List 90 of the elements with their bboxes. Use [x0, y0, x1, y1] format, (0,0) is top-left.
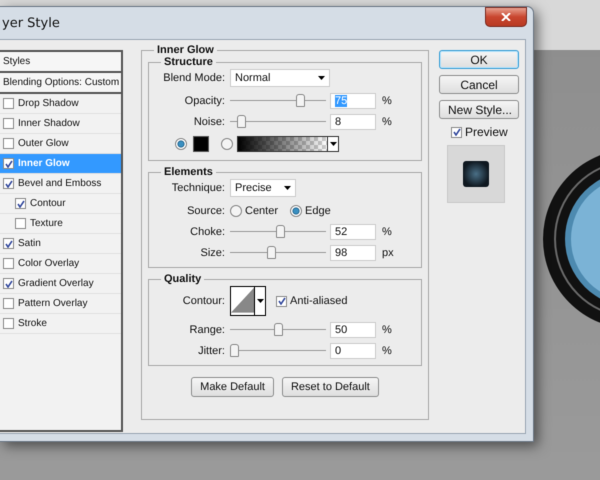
style-item[interactable]: Pattern Overlay: [0, 294, 121, 314]
caret-icon: [256, 299, 264, 303]
dialog-button[interactable]: OK: [439, 50, 519, 69]
radio-button[interactable]: [290, 204, 302, 216]
slider-thumb[interactable]: [266, 246, 276, 259]
caret-icon: [330, 142, 336, 146]
list-heading[interactable]: Styles: [0, 52, 121, 73]
slider-thumb[interactable]: [237, 115, 246, 128]
dialog-button[interactable]: Cancel: [439, 75, 519, 94]
checkbox-label: Anti-aliased: [290, 295, 348, 307]
default-button[interactable]: Make Default: [191, 377, 274, 397]
check-icon: [452, 128, 460, 136]
checkbox-label: Preview: [465, 125, 508, 139]
slider-thumb[interactable]: [274, 323, 283, 336]
field-label: Size:: [200, 246, 226, 258]
slider-thumb[interactable]: [276, 225, 285, 238]
unit-label: %: [382, 116, 392, 128]
radio-label: Center: [245, 204, 278, 216]
unit-label: %: [382, 94, 392, 106]
radio-label: Edge: [305, 204, 331, 216]
checkbox[interactable]: [3, 278, 14, 289]
gradient-picker[interactable]: [237, 136, 339, 152]
style-item[interactable]: Gradient Overlay: [0, 274, 121, 294]
checkbox[interactable]: [3, 178, 14, 189]
value-field[interactable]: 98: [330, 244, 376, 260]
dropdown[interactable]: Normal: [230, 69, 330, 87]
unit-label: %: [382, 226, 392, 238]
section-title: Elements: [163, 166, 214, 178]
check-icon: [278, 297, 286, 305]
checkbox[interactable]: [3, 298, 14, 309]
close-button[interactable]: [485, 7, 527, 27]
unit-label: px: [382, 246, 394, 258]
window-title: yer Style: [2, 16, 60, 30]
value-field[interactable]: 0: [330, 342, 376, 358]
checkbox[interactable]: [15, 198, 26, 209]
value-field[interactable]: 8: [330, 114, 376, 130]
section-title: Inner Glow: [156, 44, 215, 56]
slider-thumb[interactable]: [230, 344, 239, 357]
dialog-button[interactable]: New Style...: [439, 100, 519, 119]
radio-button[interactable]: [221, 138, 233, 150]
close-icon: [501, 13, 511, 21]
section-title: Quality: [163, 273, 202, 285]
caret-icon: [284, 186, 291, 190]
check-icon: [4, 160, 12, 168]
radio-button[interactable]: [230, 204, 242, 216]
field-label: Choke:: [189, 226, 226, 238]
style-item[interactable]: Stroke: [0, 314, 121, 334]
check-icon: [4, 240, 12, 248]
field-label: Range:: [188, 324, 226, 336]
style-item[interactable]: Satin: [0, 234, 121, 254]
field-label: Source:: [186, 204, 226, 216]
style-item[interactable]: Inner Shadow: [0, 114, 121, 134]
list-heading[interactable]: Blending Options: Custom: [0, 73, 121, 94]
value-field[interactable]: 52: [330, 224, 376, 240]
checkbox[interactable]: [3, 318, 14, 329]
field-label: Noise:: [192, 116, 226, 128]
field-label: Opacity:: [184, 94, 226, 106]
style-item[interactable]: Drop Shadow: [0, 94, 121, 114]
default-button[interactable]: Reset to Default: [282, 377, 379, 397]
checkbox[interactable]: [3, 138, 14, 149]
slider-thumb[interactable]: [296, 94, 305, 107]
field-label: Blend Mode:: [162, 72, 226, 84]
contour-picker[interactable]: [230, 286, 266, 316]
field-label: Technique:: [170, 182, 226, 194]
section-title: Structure: [163, 56, 214, 68]
style-item[interactable]: Contour: [0, 194, 121, 214]
preview-thumbnail: [447, 145, 505, 203]
checkbox[interactable]: [451, 126, 462, 138]
unit-label: %: [382, 344, 392, 356]
checkbox[interactable]: [3, 258, 14, 269]
checkbox[interactable]: [3, 238, 14, 249]
checkbox[interactable]: [3, 118, 14, 129]
checkbox[interactable]: [3, 158, 14, 169]
checkbox[interactable]: [15, 218, 26, 229]
field-label: Jitter:: [197, 344, 226, 356]
value-field[interactable]: 50: [330, 322, 376, 338]
style-item[interactable]: Texture: [0, 214, 121, 234]
style-item[interactable]: Color Overlay: [0, 254, 121, 274]
dropdown[interactable]: Precise: [230, 179, 296, 197]
color-swatch[interactable]: [193, 136, 209, 152]
style-item[interactable]: Bevel and Emboss: [0, 174, 121, 194]
caret-icon: [318, 76, 325, 80]
check-icon: [4, 180, 12, 188]
radio-button[interactable]: [175, 138, 187, 150]
unit-label: %: [382, 324, 392, 336]
checkbox[interactable]: [3, 98, 14, 109]
check-icon: [16, 200, 24, 208]
checkbox[interactable]: [276, 296, 287, 306]
check-icon: [4, 280, 12, 288]
field-label: Contour:: [182, 295, 226, 307]
